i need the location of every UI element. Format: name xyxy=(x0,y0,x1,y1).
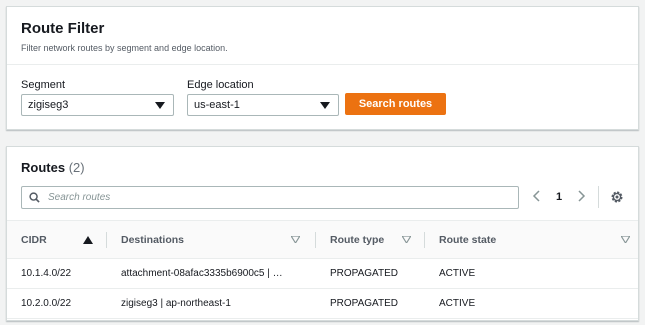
route-state-cell: ACTIVE xyxy=(425,258,638,289)
sort-descending-icon[interactable] xyxy=(291,236,300,243)
chevron-left-icon[interactable] xyxy=(532,190,542,202)
column-header-route-state[interactable]: Route state xyxy=(425,220,638,259)
route-type-cell: PROPAGATED xyxy=(316,288,425,319)
route-filter-title: Route Filter xyxy=(21,20,105,37)
routes-title-text: Routes xyxy=(21,160,66,175)
edge-location-label: Edge location xyxy=(187,79,254,91)
routes-title: Routes (2) xyxy=(21,160,85,175)
cidr-cell: 10.1.4.0/22 xyxy=(7,258,107,289)
chevron-right-icon[interactable] xyxy=(576,190,586,202)
column-header-cidr[interactable]: CIDR xyxy=(7,220,107,259)
caret-down-icon xyxy=(320,102,330,109)
edge-location-select[interactable]: us-east-1 xyxy=(187,94,339,116)
routes-count: (2) xyxy=(68,160,85,175)
routes-search-box[interactable] xyxy=(21,186,519,209)
column-header-destinations[interactable]: Destinations xyxy=(107,220,316,259)
edge-location-select-value: us-east-1 xyxy=(194,99,240,111)
caret-down-icon xyxy=(155,102,165,109)
segment-select[interactable]: zigiseg3 xyxy=(21,94,174,116)
search-icon xyxy=(29,192,40,203)
routes-search-input[interactable] xyxy=(48,190,508,205)
gear-icon[interactable] xyxy=(610,190,624,204)
column-header-route-type[interactable]: Route type xyxy=(316,220,425,259)
route-state-cell: ACTIVE xyxy=(425,288,638,319)
page-number[interactable]: 1 xyxy=(556,191,562,203)
destinations-cell: zigiseg3 | ap-northeast-1 xyxy=(107,288,316,319)
sort-descending-icon[interactable] xyxy=(621,236,630,243)
sort-descending-icon[interactable] xyxy=(402,236,411,243)
cidr-cell: 10.2.0.0/22 xyxy=(7,288,107,319)
column-header-cidr-label: CIDR xyxy=(21,233,47,246)
table-row[interactable]: 10.1.4.0/22 attachment-08afac3335b6900c5… xyxy=(7,258,638,289)
sort-ascending-icon[interactable] xyxy=(83,236,93,244)
pager-divider xyxy=(598,186,599,208)
column-header-route-state-label: Route state xyxy=(439,233,497,246)
column-header-destinations-label: Destinations xyxy=(121,233,185,246)
segment-label: Segment xyxy=(21,79,66,91)
column-header-route-type-label: Route type xyxy=(330,233,385,246)
route-filter-panel: Route Filter Filter network routes by se… xyxy=(6,6,639,130)
search-routes-button[interactable]: Search routes xyxy=(345,93,446,115)
table-row[interactable]: 10.2.0.0/22 zigiseg3 | ap-northeast-1 PR… xyxy=(7,288,638,319)
route-type-cell: PROPAGATED xyxy=(316,258,425,289)
routes-panel: Routes (2) 1 CIDR xyxy=(6,146,639,321)
destinations-cell: attachment-08afac3335b6900c5 | … xyxy=(107,258,316,289)
route-filter-description: Filter network routes by segment and edg… xyxy=(21,43,228,53)
route-filter-header: Route Filter Filter network routes by se… xyxy=(7,7,638,65)
routes-table: CIDR Destinations Route type Route state… xyxy=(7,220,638,319)
segment-select-value: zigiseg3 xyxy=(28,99,69,111)
routes-table-header: CIDR Destinations Route type Route state xyxy=(7,220,638,259)
